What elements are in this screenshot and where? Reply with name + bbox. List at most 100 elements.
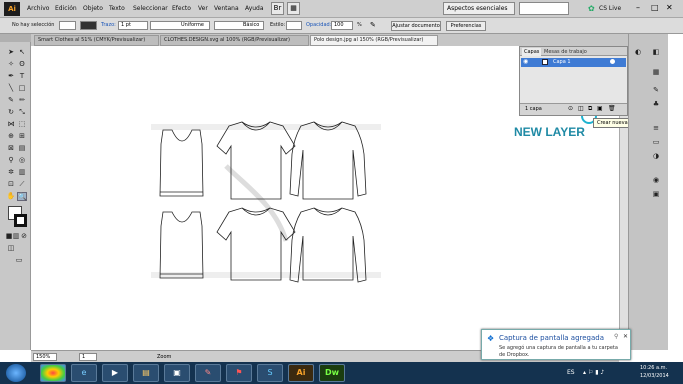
ie-taskbar-icon[interactable]: e xyxy=(71,364,97,382)
menu-archivo[interactable]: Archivo xyxy=(27,5,49,12)
gradient-panel-icon[interactable]: ▭ xyxy=(651,138,661,147)
rotate-tool-icon[interactable]: ↻ xyxy=(6,108,16,117)
stroke-swatch[interactable] xyxy=(80,21,97,30)
menu-ventana[interactable]: Ventana xyxy=(214,5,239,12)
screen-mode-icon[interactable]: ▭ xyxy=(14,256,24,265)
preferences-button[interactable]: Preferencias xyxy=(446,21,486,31)
pen-tool-icon[interactable]: ✒ xyxy=(6,72,16,81)
menu-seleccionar[interactable]: Seleccionar xyxy=(133,5,168,12)
tab-polo-design[interactable]: Polo design.jpg al 150% (RGB/Previsualiz… xyxy=(310,35,438,46)
menu-objeto[interactable]: Objeto xyxy=(83,5,103,12)
direct-selection-tool-icon[interactable]: ↖ xyxy=(17,48,27,57)
mesh-tool-icon[interactable]: ⊠ xyxy=(6,144,16,153)
artboard-number[interactable]: 1 xyxy=(79,353,97,361)
brushes-panel-icon[interactable]: ✎ xyxy=(651,86,661,95)
tab-layers[interactable]: Capas xyxy=(522,48,542,56)
chrome-taskbar-icon[interactable] xyxy=(40,364,66,382)
shape-builder-tool-icon[interactable]: ⊕ xyxy=(6,132,16,141)
opacity-input[interactable]: 100 xyxy=(331,21,353,30)
scale-tool-icon[interactable]: ⤡ xyxy=(17,108,27,117)
symbol-sprayer-tool-icon[interactable]: ✲ xyxy=(6,168,16,177)
layer-name[interactable]: Capa 1 xyxy=(553,59,571,65)
maximize-icon[interactable]: □ xyxy=(651,3,659,12)
layer-target-icon[interactable] xyxy=(610,59,615,64)
symbols-panel-icon[interactable]: ♣ xyxy=(651,100,661,109)
visibility-eye-icon[interactable]: ◉ xyxy=(523,58,528,65)
acrobat-taskbar-icon[interactable]: ⚑ xyxy=(226,364,252,382)
layer-row[interactable]: ◉ Capa 1 xyxy=(521,58,626,67)
tab-artboards[interactable]: Mesas de trabajo xyxy=(544,48,587,56)
color-panel-icon[interactable]: ◐ xyxy=(633,48,643,57)
rectangle-tool-icon[interactable]: □ xyxy=(17,84,27,93)
menu-ayuda[interactable]: Ayuda xyxy=(245,5,264,12)
language-indicator[interactable]: ES xyxy=(567,369,575,376)
explorer-taskbar-icon[interactable]: ▤ xyxy=(133,364,159,382)
opacity-label[interactable]: Opacidad: xyxy=(306,22,331,28)
recolor-icon[interactable]: ✎ xyxy=(370,21,376,29)
brush-definition-select[interactable]: Básico xyxy=(214,21,264,30)
bridge-button[interactable]: Br xyxy=(271,2,284,15)
menu-edicion[interactable]: Edición xyxy=(55,5,77,12)
gradient-tool-icon[interactable]: ▤ xyxy=(17,144,27,153)
tray-icons[interactable]: ▴ ⚐ ▮ ♪ xyxy=(583,369,604,376)
start-button[interactable] xyxy=(6,364,26,382)
create-sublayer-icon[interactable]: ⧉ xyxy=(588,105,592,113)
eyedropper-tool-icon[interactable]: ⚲ xyxy=(6,156,16,165)
adjust-document-button[interactable]: Ajustar documento xyxy=(391,21,441,31)
pin-icon[interactable]: ⚲ xyxy=(614,333,618,340)
make-clipping-mask-icon[interactable]: ◫ xyxy=(578,105,584,112)
perspective-grid-tool-icon[interactable]: ⊞ xyxy=(17,132,27,141)
paint-taskbar-icon[interactable]: ✎ xyxy=(195,364,221,382)
zoom-tool-icon[interactable]: 🔍 xyxy=(17,192,27,201)
photos-taskbar-icon[interactable]: ▣ xyxy=(164,364,190,382)
close-icon[interactable]: ✕ xyxy=(666,3,673,12)
selection-tool-icon[interactable]: ➤ xyxy=(6,48,16,57)
workspace-switcher[interactable]: Aspectos esenciales xyxy=(443,2,515,15)
menu-efecto[interactable]: Efecto xyxy=(172,5,191,12)
stroke-color-icon[interactable] xyxy=(14,214,27,227)
none-mode-icon[interactable]: ⊘ xyxy=(19,232,29,241)
graphic-styles-panel-icon[interactable]: ▣ xyxy=(651,190,661,199)
swatches-panel-icon[interactable]: ▦ xyxy=(651,68,661,77)
column-graph-tool-icon[interactable]: ▥ xyxy=(17,168,27,177)
cs-live-menu[interactable]: CS Live xyxy=(599,5,621,12)
width-tool-icon[interactable]: ⋈ xyxy=(6,120,16,129)
fill-swatch[interactable] xyxy=(59,21,76,30)
style-select[interactable] xyxy=(286,21,302,30)
free-transform-tool-icon[interactable]: ⬚ xyxy=(17,120,27,129)
draw-normal-icon[interactable]: ◫ xyxy=(6,244,16,253)
create-new-layer-icon[interactable]: ▣ xyxy=(597,105,603,112)
variable-width-select[interactable]: Uniforme xyxy=(150,21,210,30)
clock-date[interactable]: 12/03/2014 xyxy=(640,373,669,379)
minimize-icon[interactable]: – xyxy=(636,3,640,12)
illustrator-taskbar-icon[interactable]: Ai xyxy=(288,364,314,382)
pencil-tool-icon[interactable]: ✏ xyxy=(17,96,27,105)
tab-smart-clothes[interactable]: Smart Clothes al 51% (CMYK/Previsualizar… xyxy=(34,35,159,46)
clock-time[interactable]: 10:26 a.m. xyxy=(640,365,667,371)
hand-tool-icon[interactable]: ✋ xyxy=(6,192,16,201)
search-help-input[interactable] xyxy=(519,2,569,15)
artboard-tool-icon[interactable]: ⊡ xyxy=(6,180,16,189)
zoom-select[interactable]: 150% xyxy=(33,353,57,361)
paintbrush-tool-icon[interactable]: ✎ xyxy=(6,96,16,105)
dropbox-notification[interactable]: ❖ Captura de pantalla agregada ⚲ ✕ Se ag… xyxy=(481,329,631,360)
transparency-panel-icon[interactable]: ◑ xyxy=(651,152,661,161)
lasso-tool-icon[interactable]: ʘ xyxy=(17,60,27,69)
menu-ver[interactable]: Ver xyxy=(198,5,208,12)
menu-texto[interactable]: Texto xyxy=(109,5,125,12)
stroke-label[interactable]: Trazo: xyxy=(101,22,116,28)
appearance-panel-icon[interactable]: ◉ xyxy=(651,176,661,185)
arrange-documents-button[interactable]: ▦ xyxy=(287,2,300,15)
media-player-taskbar-icon[interactable]: ▶ xyxy=(102,364,128,382)
stroke-weight-input[interactable]: 1 pt xyxy=(118,21,148,30)
magic-wand-tool-icon[interactable]: ✧ xyxy=(6,60,16,69)
blend-tool-icon[interactable]: ◎ xyxy=(17,156,27,165)
line-tool-icon[interactable]: ╲ xyxy=(6,84,16,93)
slice-tool-icon[interactable]: ⟋ xyxy=(17,180,27,189)
dreamweaver-taskbar-icon[interactable]: Dw xyxy=(319,364,345,382)
skype-taskbar-icon[interactable]: S xyxy=(257,364,283,382)
layers-panel-icon[interactable]: ◧ xyxy=(651,48,661,57)
delete-layer-icon[interactable]: 🗑 xyxy=(608,105,616,112)
type-tool-icon[interactable]: T xyxy=(17,72,27,81)
tab-clothes-design[interactable]: CLOTHES.DESIGN.svg al 100% (RGB/Previsua… xyxy=(160,35,309,46)
